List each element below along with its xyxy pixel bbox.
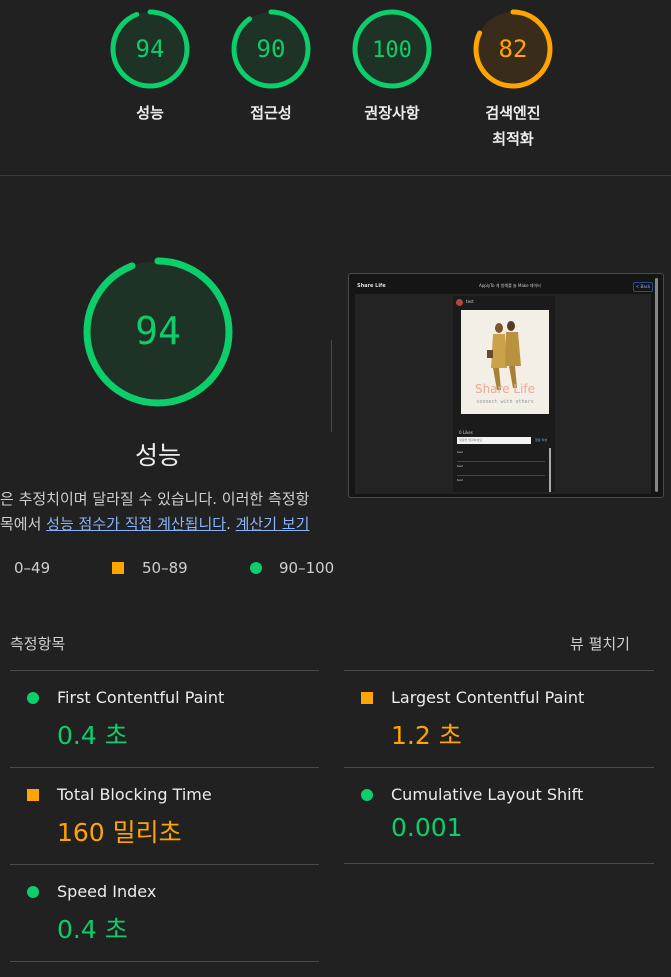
screenshot-comment: test (457, 464, 545, 476)
final-screenshot[interactable]: Share Life ApplyTo 게 방해를 놀 Make 데이터 < Ba… (348, 273, 664, 498)
screenshot-app-name: Share Life (357, 283, 386, 289)
gauge-score: 100 (372, 38, 412, 63)
legend-fail: 0–49 (14, 559, 50, 577)
gauge-seo[interactable]: 82 (472, 8, 554, 90)
metric-divider (344, 863, 654, 864)
metric-name-fcp: First Contentful Paint (57, 688, 225, 707)
gauge-performance[interactable]: 94 (109, 8, 191, 90)
metric-divider (10, 767, 319, 768)
gauge-accessibility[interactable]: 90 (230, 8, 312, 90)
screenshot-likes: 0 Likes (459, 430, 473, 435)
gauge-label-best-practices: 권장사항 (364, 104, 420, 122)
screenshot-post-image: Share Life connect with others (461, 310, 549, 414)
gauge-label-accessibility: 접근성 (250, 104, 292, 122)
screenshot-inner-scrollbar (549, 448, 551, 492)
pass-circle-icon (361, 789, 373, 801)
metric-value-si: 0.4 초 (57, 915, 128, 944)
expand-view-button[interactable]: 뷰 펼치기 (570, 633, 630, 654)
performance-score: 94 (135, 309, 181, 353)
performance-description-line2: 목에서 성능 점수가 직접 계산됩니다. 계산기 보기 (0, 513, 309, 534)
screenshot-comment-list: test test test (455, 448, 551, 492)
screenshot-comment-input: 댓글을 입력하세요 (457, 437, 531, 444)
screenshot-comment: test (457, 478, 463, 482)
gauge-score: 82 (499, 35, 528, 63)
gauge-label-line: 최적화 (492, 130, 534, 148)
score-calculation-link[interactable]: 성능 점수가 직접 계산됩니다 (46, 515, 226, 533)
legend-fail-label: 0–49 (14, 559, 51, 577)
poster-title: Share Life (475, 382, 535, 396)
metric-name-si: Speed Index (57, 882, 157, 901)
calculator-link[interactable]: 계산기 보기 (236, 515, 310, 533)
gauge-label-line: 검색엔진 (485, 104, 541, 122)
pass-circle-icon (27, 886, 39, 898)
screenshot-post-card: test Share Life connect with others 0 Li… (453, 296, 555, 492)
screenshot-header-text: ApplyTo 게 방해를 놀 Make 데이터 (479, 283, 541, 288)
vertical-divider (331, 340, 332, 432)
pass-circle-icon (27, 692, 39, 704)
gauge-score: 94 (136, 35, 165, 63)
gauge-label-performance: 성능 (136, 104, 164, 122)
legend-pass-label: 90–100 (279, 559, 335, 577)
metric-divider (10, 864, 319, 865)
metric-value-fcp: 0.4 초 (57, 721, 128, 750)
screenshot-scrollbar (655, 278, 658, 492)
metric-value-cls: 0.001 (391, 813, 463, 842)
gauge-label-seo: 검색엔진 최적화 (453, 100, 573, 152)
gauge-best-practices[interactable]: 100 (351, 8, 433, 90)
circle-icon (250, 562, 262, 574)
poster-subtitle: connect with others (476, 399, 533, 405)
section-divider (0, 175, 671, 176)
metric-divider (344, 767, 654, 768)
metric-divider (10, 670, 319, 671)
screenshot-back-button: < Back (633, 282, 653, 292)
performance-description-line1: 은 추정치이며 달라질 수 있습니다. 이러한 측정항 (0, 490, 310, 508)
screenshot-comment-button: 댓글 작성 (535, 438, 547, 442)
performance-gauge: 94 (82, 256, 234, 408)
metric-divider (344, 670, 654, 671)
average-square-icon (27, 789, 39, 801)
metric-value-tbt: 160 밀리초 (57, 818, 182, 847)
metric-divider (10, 961, 319, 962)
desc-period: . (226, 515, 236, 533)
screenshot-user-name: test (466, 299, 474, 304)
fashion-illustration: Share Life connect with others (475, 321, 535, 405)
screenshot-comment: test (457, 450, 545, 462)
performance-title: 성능 (134, 441, 181, 470)
legend-pass: 90–100 (250, 559, 334, 577)
desc-prefix: 목에서 (0, 515, 47, 533)
metric-value-lcp: 1.2 초 (391, 721, 462, 750)
screenshot-avatar (456, 299, 463, 306)
gauge-score: 90 (257, 35, 286, 63)
legend-average: 50–89 (112, 559, 188, 577)
legend-average-label: 50–89 (142, 559, 188, 577)
metrics-section-title: 측정항목 (10, 635, 66, 653)
metric-name-cls: Cumulative Layout Shift (391, 785, 584, 804)
average-square-icon (361, 692, 373, 704)
metric-name-tbt: Total Blocking Time (57, 785, 212, 804)
square-icon (112, 562, 124, 574)
metric-name-lcp: Largest Contentful Paint (391, 688, 585, 707)
